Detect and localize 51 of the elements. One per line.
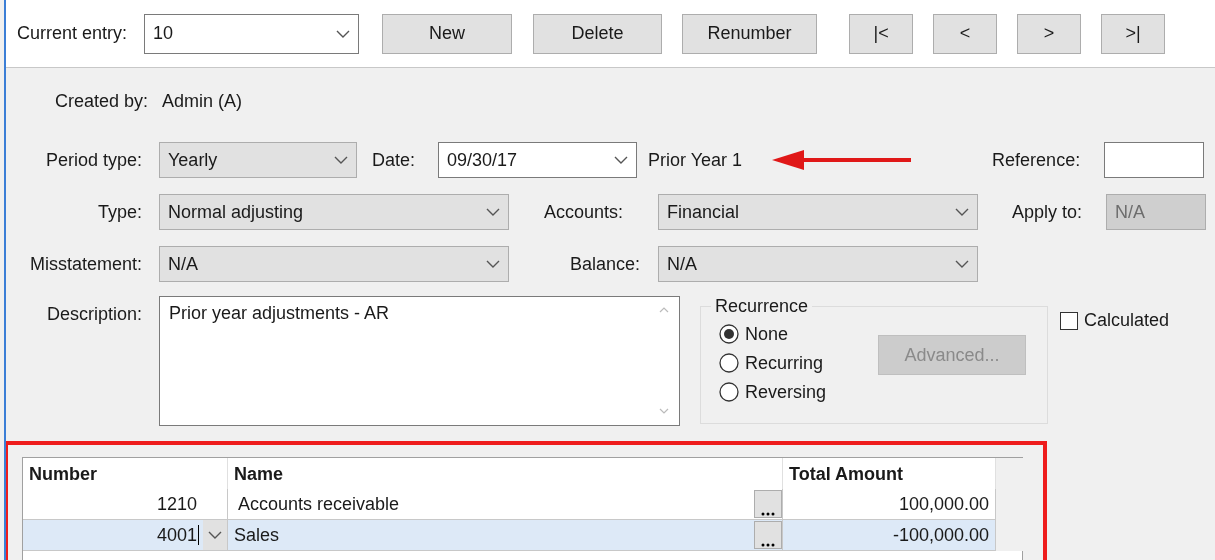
chevron-down-icon (208, 531, 222, 539)
field-label: Balance: (568, 253, 640, 275)
group-title: Recurrence (714, 296, 810, 317)
chevron-down-icon (336, 29, 351, 38)
balance-dropdown[interactable]: N/A (658, 246, 978, 282)
chevron-down-icon (614, 156, 629, 164)
table-cell: Sales (228, 520, 783, 551)
radio-option[interactable]: Reversing (719, 381, 827, 403)
accounts-dropdown[interactable]: Financial (658, 194, 978, 230)
field-label: Apply to: (1012, 201, 1083, 223)
table-cell: -100,000.00 (783, 520, 996, 551)
field-label: Current entry: (17, 23, 128, 44)
nav-button[interactable]: > (1017, 13, 1082, 54)
toolbar-button[interactable]: Renumber (682, 13, 818, 54)
nav-button[interactable]: |< (849, 13, 914, 54)
period-name: Prior Year 1 (648, 149, 743, 171)
description-field[interactable]: Prior year adjustments - AR (159, 296, 680, 426)
toolbar-button[interactable]: New (382, 13, 513, 54)
table-cell: 100,000.00 (783, 489, 996, 520)
reference-field[interactable] (1104, 142, 1205, 178)
chevron-down-icon (486, 208, 500, 216)
table-cell: 1210 (23, 489, 228, 520)
apply-to-field: N/A (1106, 194, 1207, 230)
table-cell: 4001 (23, 520, 228, 551)
misstatement-dropdown[interactable]: N/A (159, 246, 509, 282)
date-field[interactable]: 09/30/17 (438, 142, 638, 178)
field-label: Period type: (44, 149, 142, 171)
entry-dropdown[interactable]: 10 (144, 13, 360, 54)
creator-value: Admin (A) (162, 90, 242, 112)
period-type-dropdown[interactable]: Yearly (159, 142, 357, 178)
toolbar-button[interactable]: Delete (533, 13, 663, 54)
field-label: Reference: (992, 149, 1081, 171)
chevron-down-icon (955, 208, 969, 216)
chevron-down-icon (486, 260, 500, 268)
field-label: Created by: (53, 90, 148, 112)
chevron-down-icon (955, 260, 969, 268)
type-dropdown[interactable]: Normal adjusting (159, 194, 509, 230)
nav-button[interactable]: < (933, 13, 998, 54)
more-button[interactable] (754, 490, 782, 518)
more-button[interactable] (754, 521, 782, 549)
field-label: Accounts: (544, 201, 625, 223)
radio-option[interactable]: Recurring (719, 352, 827, 374)
nav-button[interactable]: >| (1101, 13, 1166, 54)
radio-option[interactable]: None (719, 323, 827, 345)
table-cell: Accounts receivable (228, 489, 783, 520)
field-label: Description: (45, 304, 142, 325)
chevron-down-icon (334, 156, 348, 164)
field-label: Type: (96, 201, 142, 223)
calculated-checkbox[interactable]: Calculated (1060, 310, 1170, 331)
field-label: Date: (372, 149, 416, 171)
field-label: Misstatement: (28, 253, 142, 275)
